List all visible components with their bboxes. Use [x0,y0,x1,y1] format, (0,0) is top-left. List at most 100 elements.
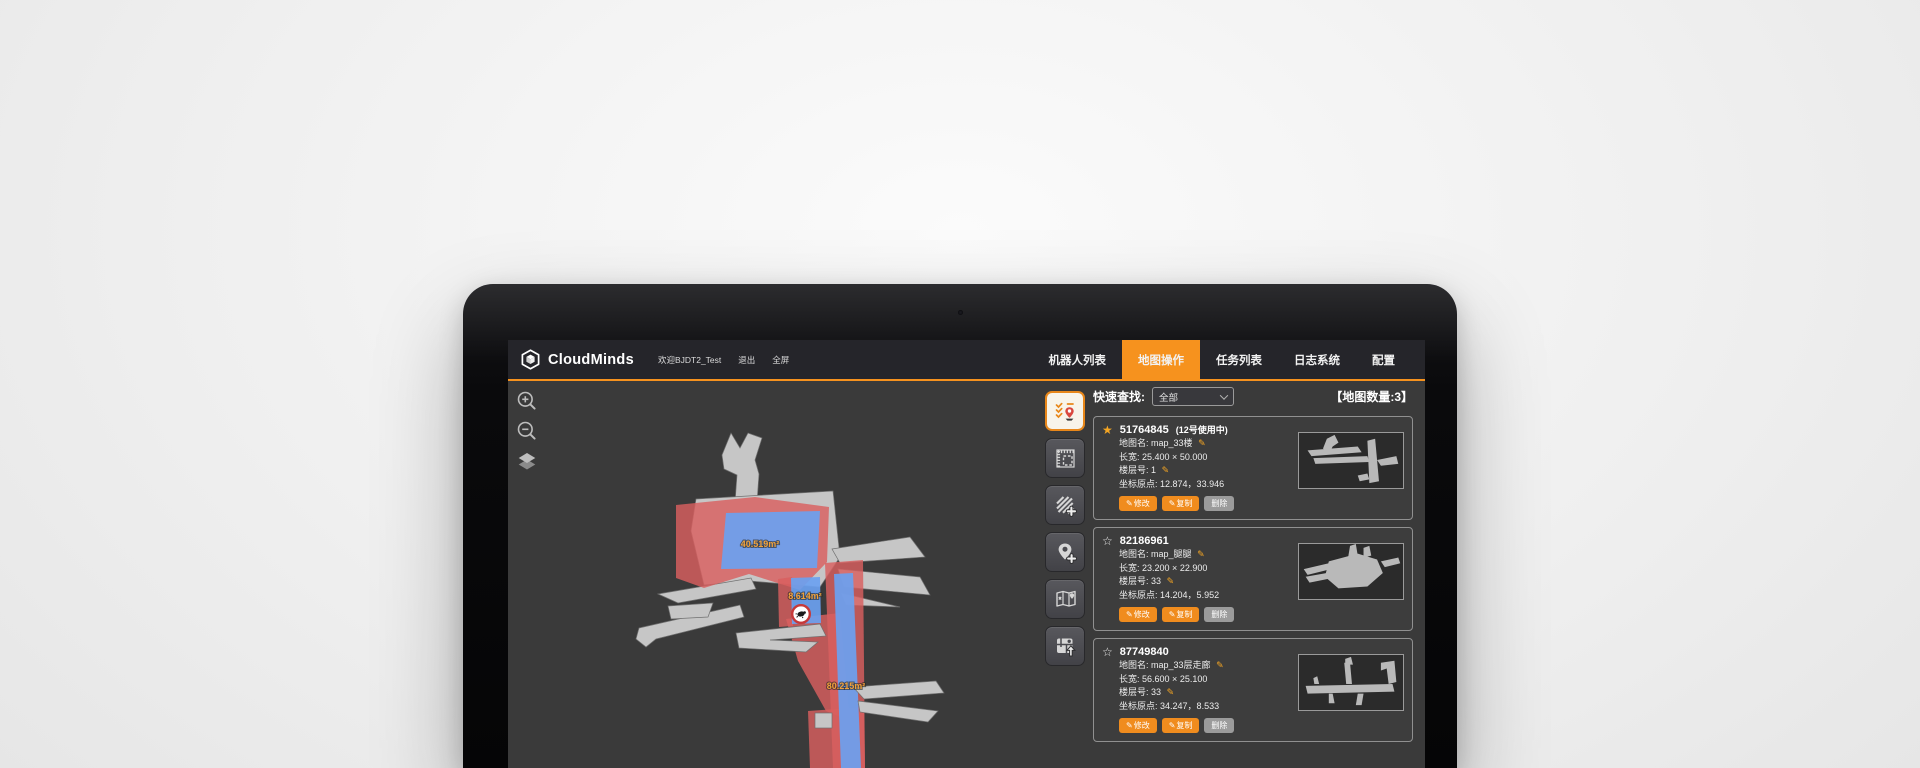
edit-pencil-icon: ✎ [1126,499,1133,508]
tab-config[interactable]: 配置 [1356,340,1411,379]
map-upload-icon [1054,635,1077,658]
map-size-value: 25.400 × 50.000 [1142,452,1207,462]
map-floor-label: 楼层号: [1119,465,1149,475]
filter-selected-value: 全部 [1159,390,1178,404]
delete-button[interactable]: 删除 [1204,718,1234,733]
tab-task-list[interactable]: 任务列表 [1200,340,1278,379]
star-icon[interactable]: ☆ [1102,535,1113,547]
card-actions: ✎修改 ✎复制 删除 [1119,607,1404,622]
map-floor-value: 1 [1151,465,1156,475]
webcam-dot [958,310,963,315]
area-label-large: 40.519m² [741,539,780,549]
measure-frame-tool-button[interactable] [1045,438,1085,478]
map-floor-label: 楼层号: [1119,576,1149,586]
area-label-small: 8.614m² [788,591,822,601]
top-navbar: CloudMinds 欢迎BJDT2_Test 退出 全屏 机器人列表 地图操作… [508,340,1425,381]
map-card[interactable]: ☆ 82186961 地图名: map_腿腿 ✎ 长宽: 23.200 × 22… [1093,527,1413,631]
add-region-tool-button[interactable] [1045,485,1085,525]
map-name-value: map_33楼 [1151,438,1193,448]
robot-position-marker[interactable] [792,605,810,623]
logout-link[interactable]: 退出 [738,354,755,366]
map-name-value: map_腿腿 [1151,549,1192,559]
map-id: 51764845 [1120,423,1169,437]
area-label-corridor: 80.215m² [827,681,866,691]
map-count-text: 【地图数量:3】 [1330,388,1413,405]
map-id: 82186961 [1120,534,1169,548]
map-annotate-tool-button[interactable] [1045,579,1085,619]
modify-button[interactable]: ✎修改 [1119,607,1157,622]
measure-frame-icon [1054,447,1077,470]
copy-button[interactable]: ✎复制 [1162,496,1200,511]
edit-pencil-icon[interactable]: ✎ [1216,660,1224,670]
map-origin-value: 14.204，5.952 [1160,590,1219,600]
add-region-icon [1054,494,1077,517]
map-thumbnail [1298,543,1404,600]
map-annotate-icon [1054,588,1077,611]
edit-pencil-icon[interactable]: ✎ [1197,549,1205,559]
delete-button[interactable]: 删除 [1204,607,1234,622]
edit-pencil-icon[interactable]: ✎ [1167,687,1175,697]
map-name-label: 地图名: [1119,438,1149,448]
tab-map-operation[interactable]: 地图操作 [1122,340,1200,379]
panel-header: 快速查找: 全部 【地图数量:3】 [1093,384,1413,409]
tab-log-system[interactable]: 日志系统 [1278,340,1356,379]
map-floor-value: 33 [1151,576,1161,586]
edit-pencil-icon: ✎ [1126,610,1133,619]
edit-pencil-icon[interactable]: ✎ [1162,465,1170,475]
filter-select[interactable]: 全部 [1152,387,1234,406]
map-in-use-badge: (12号使用中) [1176,423,1228,437]
star-icon[interactable]: ★ [1102,424,1113,436]
map-tool-column [1045,391,1085,666]
copy-button[interactable]: ✎复制 [1162,607,1200,622]
edit-pencil-icon: ✎ [1169,499,1176,508]
route-task-icon [1053,399,1077,423]
map-name-label: 地图名: [1119,660,1149,670]
map-size-label: 长宽: [1119,674,1140,684]
zoom-out-icon[interactable] [516,420,538,442]
cloudminds-logo-icon [520,349,541,370]
map-card[interactable]: ★ 51764845 (12号使用中) 地图名: map_33楼 ✎ 长宽: 2… [1093,416,1413,520]
app-screen: CloudMinds 欢迎BJDT2_Test 退出 全屏 机器人列表 地图操作… [508,340,1425,768]
map-thumbnail [1298,432,1404,489]
map-size-value: 56.600 × 25.100 [1142,674,1207,684]
chevron-down-icon [1220,391,1228,399]
map-origin-label: 坐标原点: [1119,590,1158,600]
zoom-in-icon[interactable] [516,390,538,412]
main-content: 40.519m² 8.614m² 80.215m² [508,381,1425,768]
star-icon[interactable]: ☆ [1102,646,1113,658]
map-origin-value: 12.874，33.946 [1160,479,1224,489]
layers-icon[interactable] [516,450,538,472]
modify-button[interactable]: ✎修改 [1119,496,1157,511]
nav-tabs: 机器人列表 地图操作 任务列表 日志系统 配置 [1033,340,1426,379]
map-card[interactable]: ☆ 87749840 地图名: map_33层走廊 ✎ 长宽: 56.600 ×… [1093,638,1413,742]
map-floor-value: 33 [1151,687,1161,697]
edit-pencil-icon[interactable]: ✎ [1167,576,1175,586]
map-origin-label: 坐标原点: [1119,479,1158,489]
modify-button[interactable]: ✎修改 [1119,718,1157,733]
map-floor-label: 楼层号: [1119,687,1149,697]
brand: CloudMinds [520,349,634,370]
map-size-value: 23.200 × 22.900 [1142,563,1207,573]
tab-robot-list[interactable]: 机器人列表 [1033,340,1123,379]
copy-button[interactable]: ✎复制 [1162,718,1200,733]
session-links: 欢迎BJDT2_Test 退出 全屏 [658,354,789,366]
map-size-label: 长宽: [1119,563,1140,573]
map-name-value: map_33层走廊 [1151,660,1211,670]
add-point-icon [1054,541,1077,564]
quick-search-label: 快速查找: [1093,388,1145,405]
delete-button[interactable]: 删除 [1204,496,1234,511]
map-id: 87749840 [1120,645,1169,659]
map-name-label: 地图名: [1119,549,1149,559]
route-task-tool-button[interactable] [1045,391,1085,431]
map-thumbnail [1298,654,1404,711]
fullscreen-link[interactable]: 全屏 [772,354,789,366]
map-upload-tool-button[interactable] [1045,626,1085,666]
edit-pencil-icon[interactable]: ✎ [1198,438,1206,448]
map-zoom-controls [516,390,538,472]
laptop-bezel: CloudMinds 欢迎BJDT2_Test 退出 全屏 机器人列表 地图操作… [463,284,1457,768]
edit-pencil-icon: ✎ [1169,610,1176,619]
map-origin-label: 坐标原点: [1119,701,1158,711]
map-origin-value: 34.247，8.533 [1160,701,1219,711]
add-point-tool-button[interactable] [1045,532,1085,572]
map-canvas[interactable]: 40.519m² 8.614m² 80.215m² [508,381,1038,768]
